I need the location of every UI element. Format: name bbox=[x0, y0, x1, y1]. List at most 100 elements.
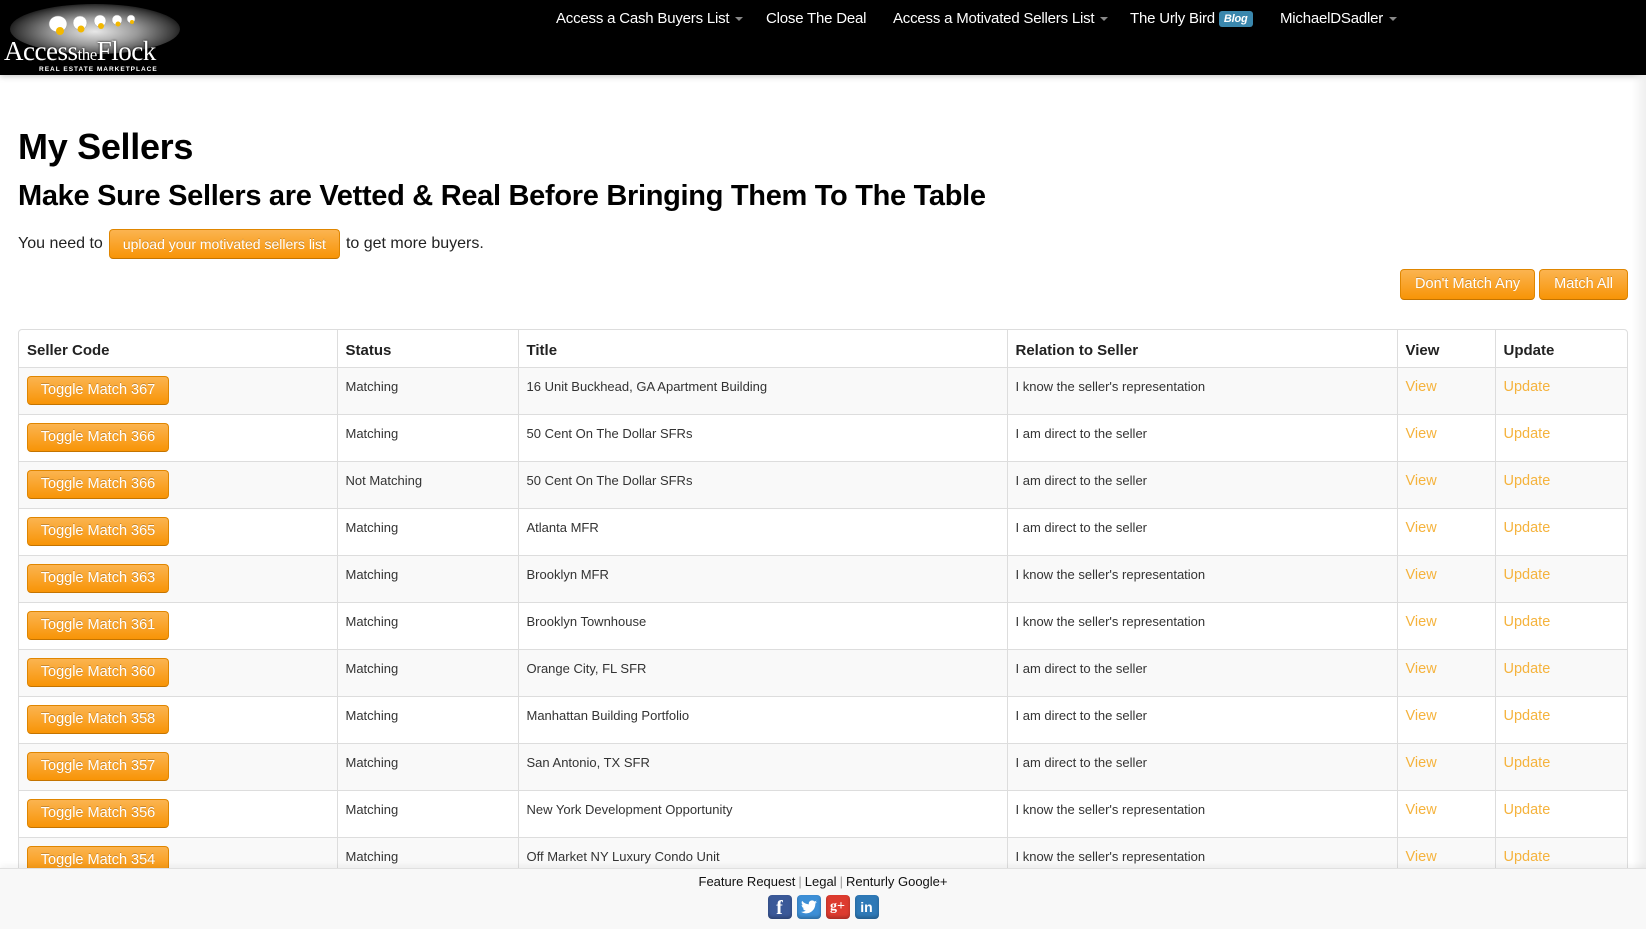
view-link[interactable]: View bbox=[1406, 849, 1437, 865]
status-cell: Matching bbox=[336, 366, 518, 414]
upload-notice: You need to upload your motivated seller… bbox=[18, 229, 484, 259]
toggle-match-button[interactable]: Toggle Match 361 bbox=[27, 610, 169, 640]
update-link[interactable]: Update bbox=[1504, 708, 1551, 724]
relation-cell: I am direct to the seller bbox=[1006, 695, 1397, 743]
title-cell: San Antonio, TX SFR bbox=[517, 742, 1007, 790]
nav-motivated-sellers-list[interactable]: Access a Motivated Sellers List bbox=[893, 10, 1109, 27]
toggle-match-button[interactable]: Toggle Match 356 bbox=[27, 798, 169, 828]
seller-code-cell: Toggle Match 360 bbox=[19, 648, 337, 696]
footer-link-legal[interactable]: Legal bbox=[805, 874, 837, 889]
update-link[interactable]: Update bbox=[1504, 520, 1551, 536]
toggle-match-button[interactable]: Toggle Match 360 bbox=[27, 657, 169, 687]
table-row: Toggle Match 366 Matching 50 Cent On The D… bbox=[19, 413, 1627, 461]
view-cell: View bbox=[1396, 366, 1495, 414]
view-cell: View bbox=[1396, 460, 1495, 508]
relation-cell: I know the seller's representation bbox=[1006, 836, 1397, 868]
update-link[interactable]: Update bbox=[1504, 473, 1551, 489]
relation-cell: I know the seller's representation bbox=[1006, 789, 1397, 837]
nav-cash-buyers-list[interactable]: Access a Cash Buyers List bbox=[556, 10, 744, 27]
update-link[interactable]: Update bbox=[1504, 802, 1551, 818]
status-cell: Not Matching bbox=[336, 460, 518, 508]
header-relation: Relation to Seller bbox=[1006, 330, 1397, 367]
scrollbar-track[interactable] bbox=[1632, 75, 1646, 868]
update-link[interactable]: Update bbox=[1504, 849, 1551, 865]
update-cell: Update bbox=[1494, 413, 1627, 461]
status-cell: Matching bbox=[336, 554, 518, 602]
toggle-match-button[interactable]: Toggle Match 367 bbox=[27, 375, 169, 405]
update-link[interactable]: Update bbox=[1504, 426, 1551, 442]
footer-link-google-plus[interactable]: Renturly Google+ bbox=[846, 874, 948, 889]
notice-suffix: to get more buyers. bbox=[345, 235, 484, 252]
view-link[interactable]: View bbox=[1406, 379, 1437, 395]
update-cell: Update bbox=[1494, 460, 1627, 508]
separator: | bbox=[798, 874, 802, 889]
table-row: Toggle Match 366 Not Matching 50 Cent On T… bbox=[19, 460, 1627, 508]
view-link[interactable]: View bbox=[1406, 426, 1437, 442]
view-link[interactable]: View bbox=[1406, 614, 1437, 630]
view-link[interactable]: View bbox=[1406, 708, 1437, 724]
chevron-down-icon bbox=[1389, 17, 1398, 22]
view-link[interactable]: View bbox=[1406, 473, 1437, 489]
toggle-match-button[interactable]: Toggle Match 357 bbox=[27, 751, 169, 781]
twitter-icon[interactable] bbox=[796, 895, 821, 919]
view-link[interactable]: View bbox=[1406, 755, 1437, 771]
status-cell: Matching bbox=[336, 507, 518, 555]
seller-code-cell: Toggle Match 357 bbox=[19, 742, 337, 790]
social-links: f g+ in bbox=[0, 895, 1646, 919]
upload-sellers-list-button[interactable]: upload your motivated sellers list bbox=[108, 229, 340, 259]
match-all-button[interactable]: Match All bbox=[1539, 269, 1628, 300]
table-row: Toggle Match 357 Matching San Antonio, TX … bbox=[19, 742, 1627, 790]
title-cell: 50 Cent On The Dollar SFRs bbox=[517, 460, 1007, 508]
chevron-down-icon bbox=[1100, 17, 1109, 22]
view-link[interactable]: View bbox=[1406, 802, 1437, 818]
view-link[interactable]: View bbox=[1406, 567, 1437, 583]
toggle-match-button[interactable]: Toggle Match 366 bbox=[27, 469, 169, 499]
facebook-icon[interactable]: f bbox=[767, 895, 792, 919]
toggle-match-button[interactable]: Toggle Match 354 bbox=[27, 845, 169, 868]
linkedin-icon[interactable]: in bbox=[854, 895, 879, 919]
nav-label: Access a Cash Buyers List bbox=[556, 10, 730, 27]
table-row: Toggle Match 363 Matching Brooklyn MFR I kn… bbox=[19, 554, 1627, 602]
update-link[interactable]: Update bbox=[1504, 661, 1551, 677]
relation-cell: I am direct to the seller bbox=[1006, 742, 1397, 790]
seller-code-cell: Toggle Match 366 bbox=[19, 413, 337, 461]
relation-cell: I know the seller's representation bbox=[1006, 554, 1397, 602]
sellers-table-container: Seller Code Status Title Relation to Sel… bbox=[18, 329, 1628, 869]
view-link[interactable]: View bbox=[1406, 661, 1437, 677]
nav-close-the-deal[interactable]: Close The Deal bbox=[766, 10, 867, 27]
update-link[interactable]: Update bbox=[1504, 379, 1551, 395]
logo-subtitle: REAL ESTATE MARKETPLACE bbox=[39, 66, 158, 73]
view-cell: View bbox=[1396, 695, 1495, 743]
nav-urly-bird-blog[interactable]: The Urly Bird Blog bbox=[1130, 10, 1253, 27]
toggle-match-button[interactable]: Toggle Match 365 bbox=[27, 516, 169, 546]
view-cell: View bbox=[1396, 601, 1495, 649]
relation-cell: I am direct to the seller bbox=[1006, 460, 1397, 508]
title-cell: Atlanta MFR bbox=[517, 507, 1007, 555]
status-cell: Matching bbox=[336, 413, 518, 461]
seller-code-cell: Toggle Match 361 bbox=[19, 601, 337, 649]
google-plus-icon[interactable]: g+ bbox=[825, 895, 850, 919]
view-cell: View bbox=[1396, 413, 1495, 461]
logo-title: AccesstheFlock bbox=[4, 36, 184, 67]
table-row: Toggle Match 360 Matching Orange City, FL … bbox=[19, 648, 1627, 696]
nav-user-menu[interactable]: MichaelDSadler bbox=[1280, 10, 1398, 27]
view-cell: View bbox=[1396, 742, 1495, 790]
toggle-match-button[interactable]: Toggle Match 366 bbox=[27, 422, 169, 452]
nav-label: The Urly Bird bbox=[1130, 10, 1215, 27]
toggle-match-button[interactable]: Toggle Match 363 bbox=[27, 563, 169, 593]
notice-prefix: You need to bbox=[18, 235, 103, 252]
view-link[interactable]: View bbox=[1406, 520, 1437, 536]
dont-match-any-button[interactable]: Don't Match Any bbox=[1400, 269, 1536, 300]
update-link[interactable]: Update bbox=[1504, 567, 1551, 583]
logo-word-flock: Flock bbox=[96, 36, 157, 66]
relation-cell: I am direct to the seller bbox=[1006, 413, 1397, 461]
bulk-actions: Don't Match Any Match All bbox=[1400, 269, 1628, 300]
title-cell: 50 Cent On The Dollar SFRs bbox=[517, 413, 1007, 461]
twitter-bird-glyph bbox=[800, 900, 817, 914]
update-link[interactable]: Update bbox=[1504, 614, 1551, 630]
toggle-match-button[interactable]: Toggle Match 358 bbox=[27, 704, 169, 734]
status-cell: Matching bbox=[336, 695, 518, 743]
footer-link-feature-request[interactable]: Feature Request bbox=[699, 874, 796, 889]
update-link[interactable]: Update bbox=[1504, 755, 1551, 771]
table-header-row: Seller Code Status Title Relation to Sel… bbox=[19, 330, 1627, 367]
